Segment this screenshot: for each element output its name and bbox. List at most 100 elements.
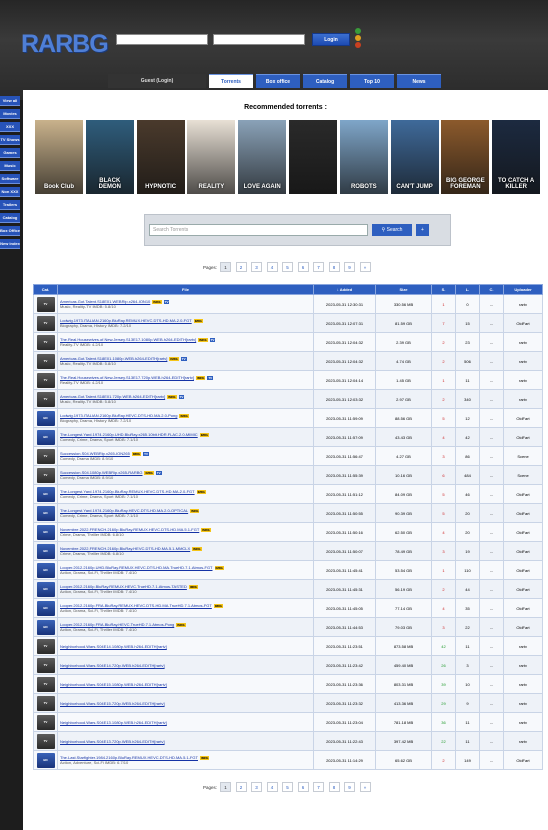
sidebar-item-movies[interactable]: Movies xyxy=(0,109,20,119)
movie-category-icon[interactable]: BD xyxy=(36,562,55,578)
search-input[interactable]: Search Torrents xyxy=(149,224,368,236)
sidebar-item-xxx[interactable]: XXX xyxy=(0,122,20,132)
page-link[interactable]: 6 xyxy=(297,782,309,792)
movie-category-icon[interactable]: BD xyxy=(36,429,55,445)
col-size[interactable]: Size xyxy=(375,284,432,295)
tv-category-icon[interactable]: TV xyxy=(36,334,55,350)
sidebar-item-software[interactable]: Software xyxy=(0,174,20,184)
category-cell[interactable]: TV xyxy=(33,446,58,466)
tv-badge-icon[interactable]: TV xyxy=(155,471,162,475)
category-cell[interactable]: BD xyxy=(33,617,58,637)
sidebar-item-trailers[interactable]: Trailers xyxy=(0,200,20,210)
category-cell[interactable]: TV xyxy=(33,712,58,732)
col-seeders[interactable]: S. xyxy=(431,284,456,295)
movie-category-icon[interactable]: BD xyxy=(36,486,55,502)
imdb-badge-icon[interactable]: IMDb xyxy=(167,395,177,399)
category-cell[interactable]: TV xyxy=(33,389,58,409)
imdb-badge-icon[interactable]: IMDb xyxy=(201,528,211,532)
col-file[interactable]: File xyxy=(57,284,314,295)
tv-category-icon[interactable]: TV xyxy=(36,315,55,331)
search-button[interactable]: ⚲ Search xyxy=(372,224,412,236)
category-cell[interactable]: BD xyxy=(33,598,58,618)
category-cell[interactable]: TV xyxy=(33,465,58,485)
imdb-badge-icon[interactable]: IMDb xyxy=(179,414,189,418)
tv-category-icon[interactable]: TV xyxy=(36,296,55,312)
language-flag-icon[interactable] xyxy=(355,28,361,34)
password-field[interactable] xyxy=(213,34,305,45)
tv-category-icon[interactable]: TV xyxy=(36,638,55,654)
page-link[interactable]: 5 xyxy=(282,262,294,272)
category-cell[interactable]: TV xyxy=(33,693,58,713)
imdb-badge-icon[interactable]: IMDb xyxy=(195,376,206,380)
col-comments[interactable]: C. xyxy=(479,284,504,295)
tv-badge-icon[interactable]: TV xyxy=(178,395,185,399)
username-field[interactable] xyxy=(116,34,208,45)
imdb-badge-icon[interactable]: IMDb xyxy=(176,623,186,627)
page-link[interactable]: 3 xyxy=(251,262,263,272)
next-page-link[interactable]: » xyxy=(359,782,371,792)
category-cell[interactable]: BD xyxy=(33,579,58,599)
poster-card[interactable]: HYPNOTIC xyxy=(136,120,185,194)
category-cell[interactable]: BD xyxy=(33,560,58,580)
tab-box-office[interactable]: Box office xyxy=(256,74,300,88)
tv-badge-icon[interactable]: TV xyxy=(180,357,187,361)
torrent-link[interactable]: Neighborhood.Wars.S04E15.720p.WEB.h264-E… xyxy=(60,701,311,706)
poster-card[interactable]: TO CATCH A KILLER xyxy=(492,120,541,194)
col-leechers[interactable]: L. xyxy=(455,284,480,295)
poster-card[interactable]: LOVE AGAIN xyxy=(238,120,287,194)
sidebar-item-box-office[interactable]: Box Office xyxy=(0,226,20,236)
movie-category-icon[interactable]: BD xyxy=(36,524,55,540)
category-cell[interactable]: TV xyxy=(33,370,58,390)
movie-category-icon[interactable]: BD xyxy=(36,600,55,616)
tv-badge-icon[interactable]: TV xyxy=(143,452,149,456)
category-cell[interactable]: BD xyxy=(33,750,58,770)
guest-login-link[interactable]: Guest (Login) xyxy=(108,74,206,88)
tv-category-icon[interactable]: TV xyxy=(36,714,55,730)
tab-news[interactable]: News xyxy=(397,74,441,88)
imdb-badge-icon[interactable]: IMDb xyxy=(192,547,202,551)
col-cat[interactable]: Cat. xyxy=(33,284,58,295)
movie-category-icon[interactable]: BD xyxy=(36,410,55,426)
tv-badge-icon[interactable]: TV xyxy=(209,338,216,342)
page-link[interactable]: 7 xyxy=(313,782,325,792)
page-link[interactable]: 7 xyxy=(313,262,325,272)
page-link[interactable]: 6 xyxy=(297,262,309,272)
sidebar-item-tv-shows[interactable]: TV Shows xyxy=(0,135,20,145)
torrent-link[interactable]: Neighborhood.Wars.S04E15.1080p.WEB.h264-… xyxy=(60,682,311,687)
movie-category-icon[interactable]: BD xyxy=(36,581,55,597)
page-link[interactable]: 9 xyxy=(344,262,356,272)
category-cell[interactable]: TV xyxy=(33,731,58,751)
torrent-link[interactable]: Neighborhood.Wars.S04E13.720p.WEB.h264-E… xyxy=(60,739,311,744)
category-cell[interactable]: BD xyxy=(33,484,58,504)
tv-category-icon[interactable]: TV xyxy=(36,676,55,692)
poster-card[interactable]: CAN'T JUMP xyxy=(390,120,439,194)
poster-card[interactable]: BIG GEORGE FOREMAN xyxy=(441,120,490,194)
category-cell[interactable]: TV xyxy=(33,313,58,333)
imdb-badge-icon[interactable]: IMDb xyxy=(188,585,199,589)
imdb-badge-icon[interactable]: IMDb xyxy=(190,509,200,513)
tab-catalog[interactable]: Catalog xyxy=(303,74,347,88)
page-link[interactable]: 4 xyxy=(266,262,278,272)
tab-top-10[interactable]: Top 10 xyxy=(350,74,394,88)
movie-category-icon[interactable]: BD xyxy=(36,505,55,521)
sidebar-item-view-all[interactable]: View all xyxy=(0,96,20,106)
imdb-badge-icon[interactable]: IMDb xyxy=(193,319,204,323)
movie-category-icon[interactable]: BD xyxy=(36,543,55,559)
movie-category-icon[interactable]: BD xyxy=(36,619,55,635)
page-link[interactable]: 9 xyxy=(344,782,356,792)
tv-category-icon[interactable]: TV xyxy=(36,467,55,483)
page-link[interactable]: 3 xyxy=(251,782,263,792)
page-link[interactable]: 2 xyxy=(235,262,247,272)
page-link[interactable]: 2 xyxy=(235,782,247,792)
page-link[interactable]: 1 xyxy=(220,782,232,792)
page-link[interactable]: 8 xyxy=(328,262,340,272)
tv-category-icon[interactable]: TV xyxy=(36,372,55,388)
page-link[interactable]: 4 xyxy=(266,782,278,792)
poster-card[interactable]: ROBOTS xyxy=(339,120,388,194)
imdb-badge-icon[interactable]: IMDb xyxy=(196,490,206,494)
imdb-badge-icon[interactable]: IMDb xyxy=(199,433,210,437)
col-added[interactable]: ↓ Added xyxy=(313,284,376,295)
tab-torrents[interactable]: Torrents xyxy=(209,74,253,88)
poster-card[interactable]: Book Club xyxy=(35,120,83,194)
category-cell[interactable]: BD xyxy=(33,522,58,542)
